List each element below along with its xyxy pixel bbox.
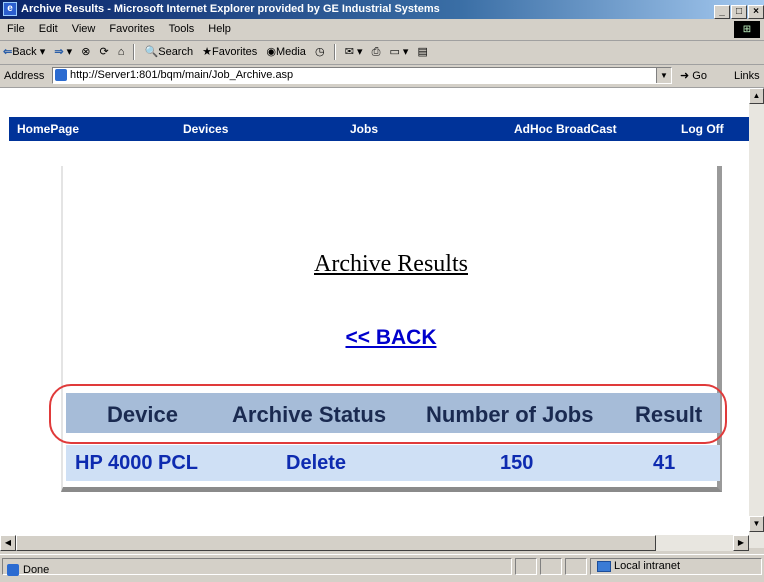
status-text: Done	[23, 564, 50, 576]
nav-adhoc-broadcast[interactable]: AdHoc BroadCast	[514, 117, 617, 141]
favorites-icon: ★	[202, 46, 213, 58]
address-input[interactable]: http://Server1:801/bqm/main/Job_Archive.…	[52, 67, 672, 84]
refresh-icon: ⟳	[99, 46, 109, 58]
cell-device: HP 4000 PCL	[75, 452, 199, 474]
address-bar: Address http://Server1:801/bqm/main/Job_…	[0, 65, 764, 88]
media-button[interactable]: ◉Media	[263, 40, 309, 64]
standard-toolbar: ⇐Back ▾ ⇒ ▾ ⊗ ⟳ ⌂ 🔍Search ★Favorites ◉Me…	[0, 40, 764, 65]
page-done-icon	[7, 564, 19, 577]
menu-bar: File Edit View Favorites Tools Help ⊞	[0, 19, 764, 41]
favorites-button[interactable]: ★Favorites	[199, 40, 260, 64]
history-icon: ◷	[314, 46, 325, 58]
minimize-button[interactable]: _	[714, 5, 730, 19]
nav-homepage[interactable]: HomePage	[17, 117, 79, 141]
address-dropdown-button[interactable]: ▼	[656, 68, 671, 83]
status-bar: Done Local intranet	[0, 554, 764, 578]
site-navbar: HomePage Devices Jobs AdHoc BroadCast Lo…	[9, 117, 749, 141]
cell-number-of-jobs: 150	[500, 452, 534, 474]
stop-button[interactable]: ⊗	[78, 40, 93, 64]
edit-icon: ▭	[389, 46, 400, 58]
menu-file[interactable]: File	[0, 19, 32, 40]
forward-button[interactable]: ⇒ ▾	[51, 40, 75, 64]
close-button[interactable]: ×	[748, 5, 764, 19]
go-arrow-icon: ➜	[680, 70, 690, 82]
cell-result: 41	[653, 452, 676, 474]
ie-icon: e	[3, 2, 17, 16]
back-button[interactable]: ⇐Back ▾	[0, 40, 48, 64]
status-pane-main: Done	[2, 558, 512, 577]
horizontal-scroll-thumb[interactable]	[16, 535, 656, 551]
window-title: Archive Results - Microsoft Internet Exp…	[21, 3, 440, 15]
search-button[interactable]: 🔍Search	[142, 40, 197, 64]
refresh-button[interactable]: ⟳	[96, 40, 111, 64]
back-link[interactable]: << BACK	[0, 326, 764, 350]
menu-favorites[interactable]: Favorites	[102, 19, 161, 40]
edit-button[interactable]: ▭ ▾	[386, 40, 411, 64]
go-button[interactable]: ➜ Go	[680, 65, 707, 87]
page-icon	[55, 69, 67, 81]
status-zone: Local intranet	[614, 560, 681, 572]
table-row: HP 4000 PCL Delete 150 41	[66, 445, 720, 481]
cell-archive-status: Delete	[286, 452, 347, 474]
links-button[interactable]: Links	[734, 65, 760, 87]
scroll-up-button[interactable]: ▲	[749, 88, 764, 104]
status-zone-pane: Local intranet	[590, 558, 762, 575]
discuss-icon: ▤	[417, 46, 428, 58]
status-pane	[515, 558, 537, 575]
print-icon: ⎙	[371, 46, 381, 58]
menu-view[interactable]: View	[65, 19, 103, 40]
menu-edit[interactable]: Edit	[32, 19, 65, 40]
menu-tools[interactable]: Tools	[162, 19, 202, 40]
scroll-left-button[interactable]: ◀	[0, 535, 16, 551]
mail-button[interactable]: ✉ ▾	[342, 40, 366, 64]
toolbar-separator	[333, 44, 336, 61]
address-label: Address	[4, 70, 45, 82]
browser-window: e Archive Results - Microsoft Internet Ex…	[0, 0, 764, 577]
status-pane	[565, 558, 587, 575]
menu-help[interactable]: Help	[201, 19, 238, 40]
home-icon: ⌂	[117, 46, 125, 58]
forward-arrow-icon: ⇒	[54, 46, 64, 58]
nav-jobs[interactable]: Jobs	[350, 117, 378, 141]
print-button[interactable]: ⎙	[369, 40, 384, 64]
highlight-outline	[49, 384, 727, 444]
mail-icon: ✉	[344, 46, 354, 58]
page-title: Archive Results	[314, 251, 468, 277]
vertical-scrollbar[interactable]: ▲ ▼	[749, 88, 764, 548]
stop-icon: ⊗	[81, 46, 91, 58]
media-icon: ◉	[266, 46, 276, 58]
windows-logo-icon: ⊞	[734, 21, 760, 38]
nav-devices[interactable]: Devices	[183, 117, 228, 141]
home-button[interactable]: ⌂	[115, 40, 128, 64]
status-pane	[540, 558, 562, 575]
intranet-zone-icon	[597, 560, 611, 572]
nav-log-off[interactable]: Log Off	[681, 117, 724, 141]
toolbar-separator	[133, 44, 136, 61]
history-button[interactable]: ◷	[312, 40, 328, 64]
back-arrow-icon: ⇐	[3, 46, 13, 58]
scroll-down-button[interactable]: ▼	[749, 516, 764, 532]
title-bar: e Archive Results - Microsoft Internet Ex…	[0, 0, 764, 19]
address-url: http://Server1:801/bqm/main/Job_Archive.…	[70, 69, 294, 81]
horizontal-scrollbar[interactable]: ◀ ▶	[0, 535, 749, 551]
maximize-button[interactable]: □	[731, 5, 747, 19]
scroll-right-button[interactable]: ▶	[733, 535, 749, 551]
search-icon: 🔍	[144, 46, 159, 58]
discuss-button[interactable]: ▤	[415, 40, 431, 64]
